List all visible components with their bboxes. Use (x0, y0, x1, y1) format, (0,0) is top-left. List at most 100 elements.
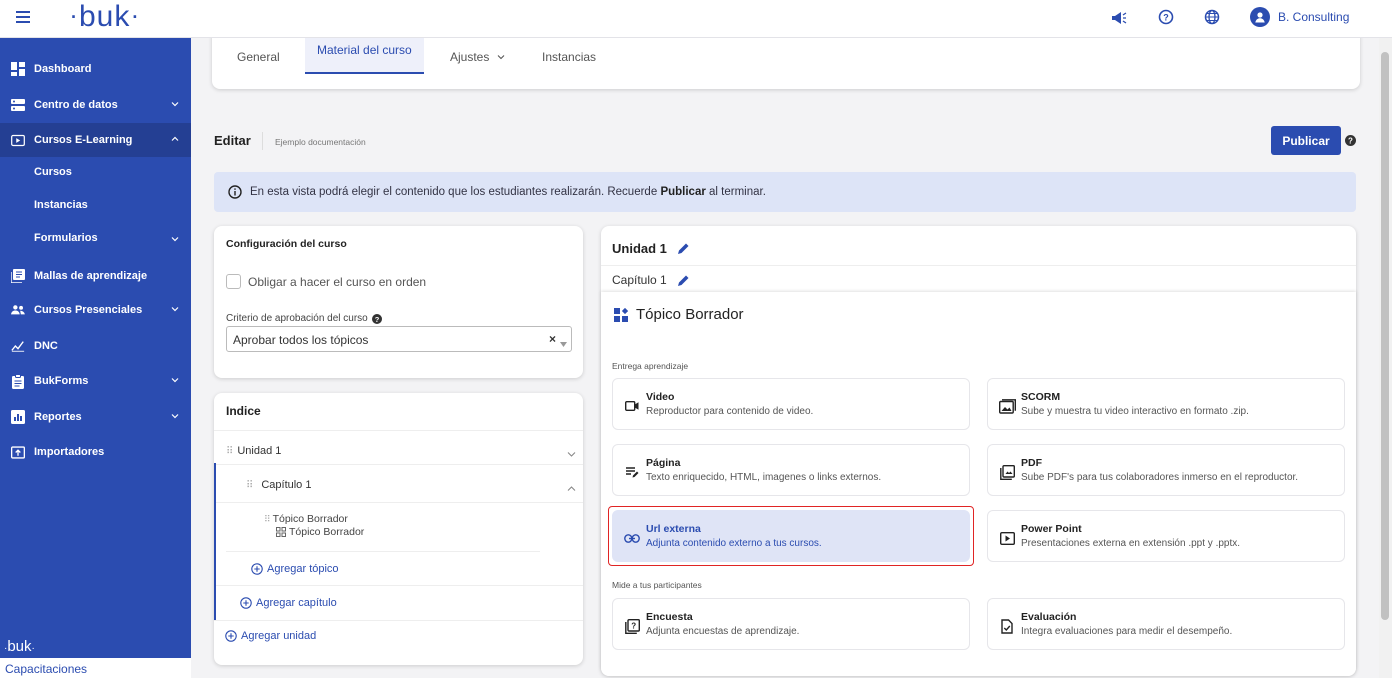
plus-circle-icon (240, 597, 252, 609)
option-video[interactable]: Video Reproductor para contenido de vide… (612, 378, 970, 430)
sidebar-item-centro-de-datos[interactable]: Centro de datos (0, 88, 191, 122)
footer-logo: ·buk· (4, 638, 35, 655)
option-desc: Adjunta contenido externo a tus cursos. (646, 538, 822, 549)
dropdown-caret-icon[interactable] (560, 336, 567, 350)
info-text-end: al terminar. (709, 186, 766, 198)
course-subtitle: Ejemplo documentación (275, 137, 366, 147)
help-icon[interactable]: ? (371, 313, 382, 324)
criterion-value: Aprobar todos los tópicos (233, 333, 369, 347)
option-title: SCORM (1021, 391, 1061, 403)
add-topic-link[interactable]: Agregar tópico (251, 563, 339, 575)
chevron-down-icon (171, 411, 179, 423)
megaphone-icon[interactable] (1111, 11, 1127, 28)
checkbox-box[interactable] (226, 274, 241, 289)
option-desc: Integra evaluaciones para medir el desem… (1021, 626, 1233, 637)
sidebar-item-cursos-e-learning[interactable]: Cursos E-Learning (0, 123, 191, 157)
chevron-down-icon[interactable] (567, 447, 576, 461)
sidebar-item-dashboard[interactable]: Dashboard (0, 52, 191, 86)
tab-material-del-curso[interactable]: Material del curso (305, 38, 424, 74)
add-unit-link[interactable]: Agregar unidad (225, 630, 316, 642)
index-chapter-row[interactable]: ⠿ Capítulo 1 (246, 475, 576, 495)
option-scorm[interactable]: SCORM Sube y muestra tu video interactiv… (987, 378, 1345, 430)
info-icon (228, 185, 242, 199)
main-content: General Material del curso Ajustes Insta… (191, 38, 1379, 678)
title-divider (262, 132, 263, 150)
sidebar-item-label: Reportes (34, 411, 82, 423)
drag-handle-icon[interactable]: ⠿ (226, 446, 233, 457)
index-unit-label: Unidad 1 (237, 445, 282, 457)
option-encuesta[interactable]: ? Encuesta Adjunta encuestas de aprendiz… (612, 598, 970, 650)
tab-label: Ajustes (450, 50, 490, 64)
page-icon (623, 463, 641, 481)
tab-ajustes[interactable]: Ajustes (450, 42, 505, 80)
buk-logo[interactable]: · buk · (71, 0, 138, 33)
clipboard-icon (11, 373, 25, 389)
option-pdf[interactable]: PDF Sube PDF's para tus colaboradores in… (987, 444, 1345, 496)
sidebar-item-bukforms[interactable]: BukForms (0, 364, 191, 398)
index-topic-row[interactable]: ⠿ Tópico Borrador Tópico Borrador (264, 513, 364, 538)
add-chapter-link[interactable]: Agregar capítulo (240, 597, 337, 609)
sidebar-item-dnc[interactable]: DNC (0, 329, 191, 363)
chevron-down-icon (171, 234, 179, 246)
index-unit-row[interactable]: ⠿ Unidad 1 (226, 441, 576, 461)
avatar-icon (1250, 7, 1270, 27)
criterion-label: Criterio de aprobación del curso (226, 313, 368, 324)
content-card: Unidad 1 Capítulo 1 Tópico Borrador Entr… (601, 226, 1356, 676)
sidebar-item-label: Mallas de aprendizaje (34, 270, 148, 282)
page-scrollbar[interactable] (1379, 38, 1392, 678)
globe-icon[interactable] (1204, 9, 1220, 28)
sidebar-item-reportes[interactable]: Reportes (0, 400, 191, 434)
criterion-select[interactable]: Aprobar todos los tópicos × (226, 326, 572, 352)
pdf-icon (998, 463, 1016, 481)
section-label-mide: Mide a tus participantes (612, 580, 702, 590)
dashboard-icon (11, 62, 25, 76)
sidebar-item-label: DNC (34, 340, 58, 352)
user-menu[interactable]: B. Consulting (1250, 7, 1349, 27)
sidebar-subitem-cursos[interactable]: Cursos (34, 166, 72, 178)
evaluation-icon (998, 617, 1016, 635)
option-pagina[interactable]: Página Texto enriquecido, HTML, imagenes… (612, 444, 970, 496)
drag-handle-icon[interactable]: ⠿ (264, 514, 271, 525)
tab-general[interactable]: General (237, 42, 280, 80)
sidebar-item-importadores[interactable]: Importadores (0, 435, 191, 469)
hamburger-menu-icon[interactable] (16, 11, 30, 26)
sidebar-item-cursos-presenciales[interactable]: Cursos Presenciales (0, 293, 191, 327)
checkbox-label: Obligar a hacer el curso en orden (248, 274, 427, 289)
svg-text:?: ? (631, 621, 636, 630)
chevron-down-icon (171, 99, 179, 111)
clear-icon[interactable]: × (549, 332, 556, 346)
option-evaluacion[interactable]: Evaluación Integra evaluaciones para med… (987, 598, 1345, 650)
publish-button[interactable]: Publicar (1271, 126, 1341, 155)
edit-pencil-icon[interactable] (677, 274, 690, 287)
option-power-point[interactable]: Power Point Presentaciones externa en ex… (987, 510, 1345, 562)
tab-instancias[interactable]: Instancias (542, 42, 596, 80)
drag-handle-icon[interactable]: ⠿ (246, 480, 253, 491)
divider (601, 265, 1356, 266)
topic-panel: Tópico Borrador Entrega aprendizaje Vide… (601, 292, 1356, 676)
edit-pencil-icon[interactable] (677, 242, 690, 255)
sidebar-subitem-instancias[interactable]: Instancias (34, 199, 88, 211)
editor-title: Editar (214, 133, 251, 148)
option-url-externa[interactable]: Url externa Adjunta contenido externo a … (612, 510, 970, 562)
divider (214, 620, 583, 621)
powerpoint-icon (998, 529, 1016, 547)
option-title: PDF (1021, 457, 1042, 469)
divider (216, 585, 583, 586)
sidebar-item-label: Cursos Presenciales (34, 304, 143, 316)
help-circle-icon[interactable]: ? (1158, 9, 1174, 28)
index-topic-drag-line: ⠿ Tópico Borrador (264, 513, 364, 525)
help-icon[interactable]: ? (1345, 135, 1356, 149)
chapter-header: Capítulo 1 (612, 273, 690, 287)
add-chapter-label: Agregar capítulo (256, 597, 337, 609)
scrollbar-thumb[interactable] (1381, 52, 1389, 620)
chevron-up-icon (171, 134, 179, 146)
sidebar-item-mallas[interactable]: Mallas de aprendizaje (0, 259, 191, 293)
index-topic-name: Tópico Borrador (289, 526, 365, 538)
chevron-up-icon[interactable] (567, 481, 576, 495)
survey-icon: ? (623, 617, 641, 635)
option-desc: Reproductor para contenido de video. (646, 406, 814, 417)
option-desc: Adjunta encuestas de aprendizaje. (646, 626, 800, 637)
add-unit-label: Agregar unidad (241, 630, 317, 642)
sidebar-subitem-formularios[interactable]: Formularios (34, 232, 179, 244)
order-checkbox[interactable]: Obligar a hacer el curso en orden (226, 274, 426, 289)
